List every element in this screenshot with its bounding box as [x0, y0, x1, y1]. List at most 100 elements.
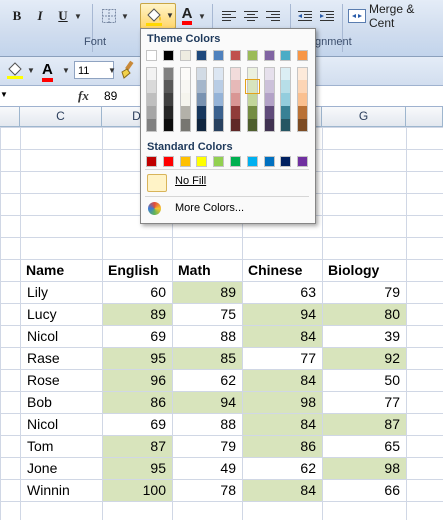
- theme-color-shade-swatch[interactable]: [179, 119, 191, 132]
- table-cell[interactable]: 84: [243, 480, 322, 501]
- fill-color-button[interactable]: ▼: [140, 3, 176, 29]
- font-color-dropdown-icon[interactable]: ▼: [62, 66, 70, 75]
- theme-color-shade-swatch[interactable]: [280, 119, 292, 132]
- theme-color-shade-swatch[interactable]: [146, 106, 157, 119]
- table-cell[interactable]: 80: [323, 304, 406, 325]
- theme-color-swatch[interactable]: [196, 50, 208, 61]
- theme-color-shade-swatch[interactable]: [263, 67, 275, 80]
- name-box-dropdown-icon[interactable]: ▼: [0, 90, 8, 99]
- italic-button[interactable]: I: [31, 5, 49, 27]
- table-cell[interactable]: 86: [103, 392, 172, 413]
- table-cell[interactable]: Nicol: [21, 326, 102, 347]
- theme-color-shade-swatch[interactable]: [196, 106, 208, 119]
- align-left-button[interactable]: [220, 5, 238, 27]
- theme-color-shade-swatch[interactable]: [213, 119, 225, 132]
- theme-color-shade-swatch[interactable]: [162, 93, 174, 106]
- theme-color-shade-swatch[interactable]: [146, 80, 157, 93]
- theme-color-swatch[interactable]: [280, 50, 292, 61]
- more-colors-option[interactable]: More Colors...: [145, 199, 311, 219]
- align-right-button[interactable]: [264, 5, 282, 27]
- borders-dropdown-icon[interactable]: ▼: [121, 5, 129, 27]
- theme-color-shade-swatch[interactable]: [179, 93, 191, 106]
- table-cell[interactable]: Rase: [21, 348, 102, 369]
- theme-color-shade-swatch[interactable]: [162, 67, 174, 80]
- table-header-cell[interactable]: Biology: [322, 259, 406, 281]
- theme-color-shade-swatch[interactable]: [146, 93, 157, 106]
- column-header-h[interactable]: [406, 107, 443, 126]
- formula-input[interactable]: 89: [104, 89, 117, 103]
- borders-button[interactable]: [98, 5, 120, 27]
- table-cell[interactable]: 95: [103, 458, 172, 479]
- theme-color-shade-swatch[interactable]: [297, 80, 309, 93]
- theme-color-shade-swatch[interactable]: [230, 106, 241, 119]
- table-cell[interactable]: 63: [243, 282, 322, 303]
- table-cell[interactable]: 94: [243, 304, 322, 325]
- theme-color-shade-swatch[interactable]: [297, 93, 309, 106]
- table-cell[interactable]: 98: [243, 392, 322, 413]
- theme-color-shade-swatch[interactable]: [162, 119, 174, 132]
- table-cell[interactable]: 69: [103, 414, 172, 435]
- table-cell[interactable]: Nicol: [21, 414, 102, 435]
- theme-color-swatch[interactable]: [297, 50, 309, 61]
- table-cell[interactable]: 65: [323, 436, 406, 457]
- theme-color-shade-swatch[interactable]: [162, 80, 174, 93]
- font-size-dropdown-icon[interactable]: ▼: [108, 66, 116, 75]
- theme-color-shade-swatch[interactable]: [297, 67, 309, 80]
- theme-color-shade-swatch[interactable]: [246, 119, 258, 132]
- theme-color-swatch[interactable]: [246, 50, 258, 61]
- bold-button[interactable]: B: [8, 5, 26, 27]
- theme-color-shade-swatch[interactable]: [297, 119, 309, 132]
- table-cell[interactable]: 98: [323, 458, 406, 479]
- theme-color-shade-swatch[interactable]: [213, 106, 225, 119]
- table-cell[interactable]: Winnin: [21, 480, 102, 501]
- theme-color-swatch[interactable]: [213, 50, 225, 61]
- standard-color-swatch[interactable]: [162, 156, 174, 167]
- table-cell[interactable]: 88: [173, 326, 242, 347]
- table-cell[interactable]: 85: [173, 348, 242, 369]
- table-cell[interactable]: 50: [323, 370, 406, 391]
- table-header-cell[interactable]: English: [102, 259, 172, 281]
- standard-color-swatch[interactable]: [179, 156, 191, 167]
- standard-color-swatch[interactable]: [230, 156, 241, 167]
- theme-color-shade-swatch[interactable]: [280, 80, 292, 93]
- standard-color-swatch[interactable]: [280, 156, 292, 167]
- theme-color-shade-swatch[interactable]: [146, 119, 157, 132]
- theme-color-swatch[interactable]: [162, 50, 174, 61]
- theme-color-shade-swatch[interactable]: [213, 93, 225, 106]
- table-cell[interactable]: 84: [243, 370, 322, 391]
- select-all-corner[interactable]: [0, 107, 20, 126]
- fx-label[interactable]: fx: [78, 88, 89, 104]
- table-cell[interactable]: Jone: [21, 458, 102, 479]
- theme-color-shade-swatch[interactable]: [179, 106, 191, 119]
- table-cell[interactable]: 39: [323, 326, 406, 347]
- theme-color-shade-swatch[interactable]: [263, 93, 275, 106]
- table-cell[interactable]: Tom: [21, 436, 102, 457]
- table-cell[interactable]: 62: [173, 370, 242, 391]
- theme-color-shade-swatch[interactable]: [162, 106, 174, 119]
- theme-color-shade-swatch[interactable]: [280, 67, 292, 80]
- theme-color-shade-swatch[interactable]: [196, 119, 208, 132]
- font-color-button[interactable]: A: [178, 5, 196, 27]
- table-cell[interactable]: 89: [173, 282, 242, 303]
- highlight-fill-button[interactable]: [6, 61, 26, 81]
- theme-color-shade-swatch[interactable]: [280, 93, 292, 106]
- table-cell[interactable]: 87: [323, 414, 406, 435]
- table-cell[interactable]: 75: [173, 304, 242, 325]
- theme-color-swatch[interactable]: [146, 50, 157, 61]
- table-cell[interactable]: Lucy: [21, 304, 102, 325]
- standard-color-swatch[interactable]: [196, 156, 208, 167]
- theme-color-shade-swatch[interactable]: [230, 93, 241, 106]
- table-cell[interactable]: 94: [173, 392, 242, 413]
- table-cell[interactable]: 66: [323, 480, 406, 501]
- column-header-g[interactable]: G: [322, 107, 406, 126]
- theme-color-shade-swatch[interactable]: [263, 80, 275, 93]
- column-header-c[interactable]: C: [20, 107, 102, 126]
- standard-color-swatch[interactable]: [246, 156, 258, 167]
- decrease-indent-button[interactable]: [296, 5, 314, 27]
- align-center-button[interactable]: [242, 5, 260, 27]
- table-header-cell[interactable]: Math: [172, 259, 242, 281]
- table-cell[interactable]: 69: [103, 326, 172, 347]
- standard-color-swatch[interactable]: [146, 156, 157, 167]
- theme-color-shade-swatch[interactable]: [179, 67, 191, 80]
- theme-color-shade-swatch[interactable]: [297, 106, 309, 119]
